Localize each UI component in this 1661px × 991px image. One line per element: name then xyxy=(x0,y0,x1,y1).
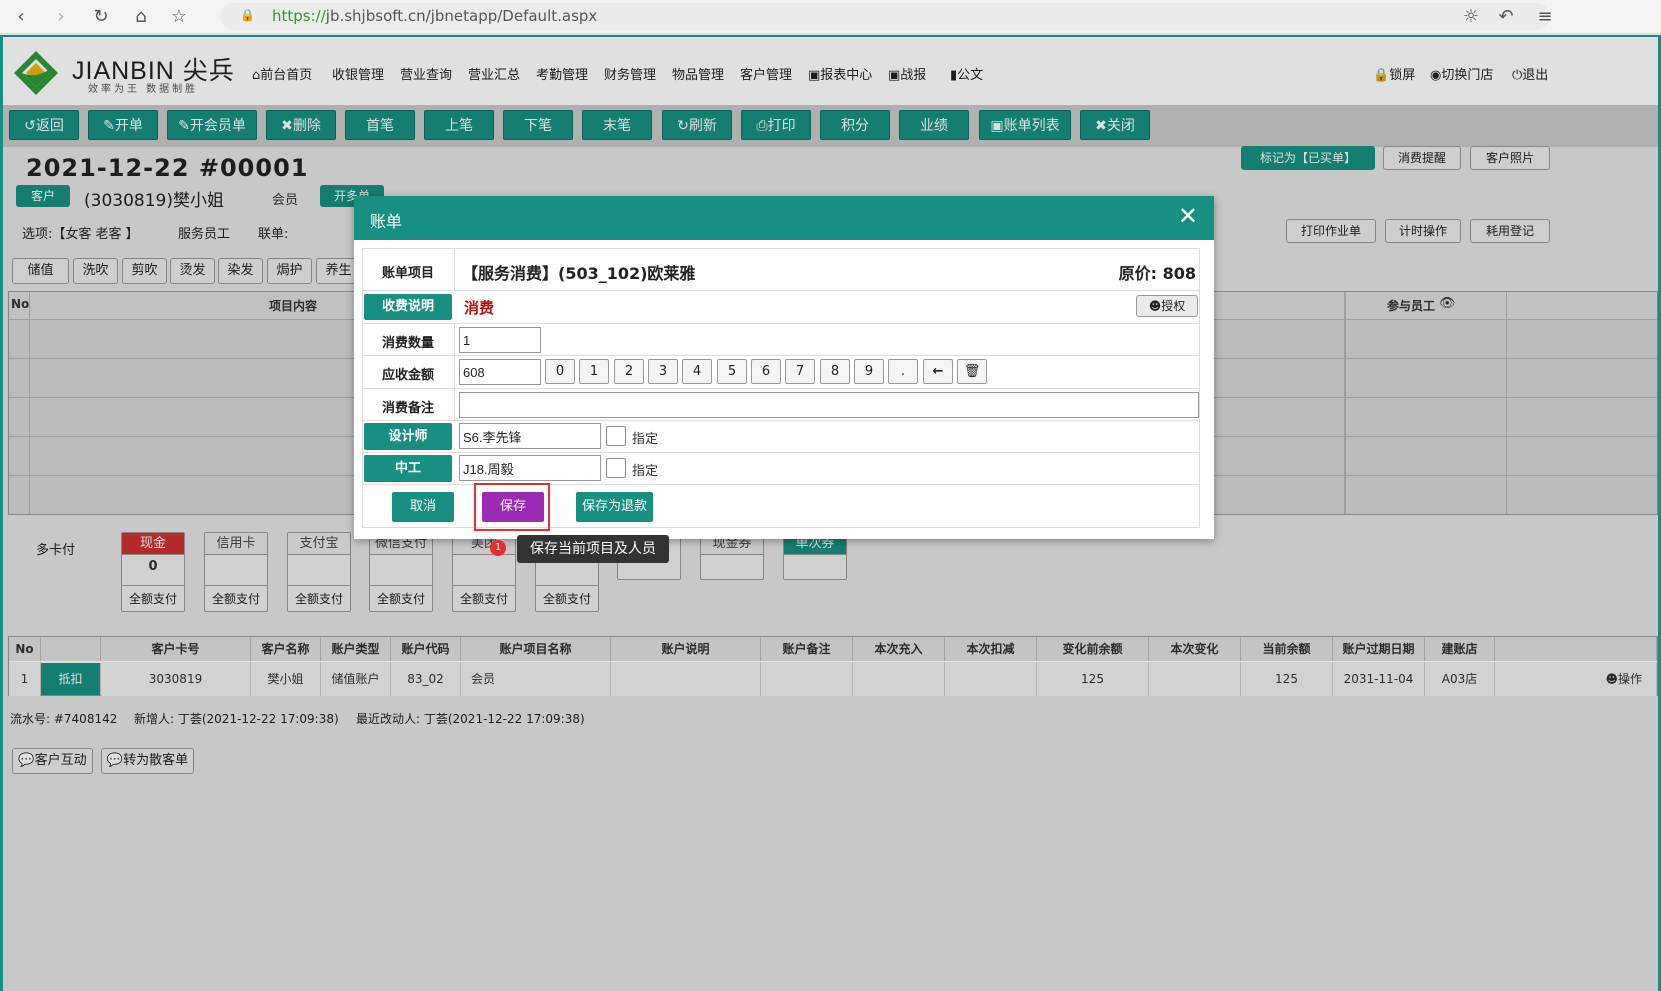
numkey-8[interactable]: 8 xyxy=(820,359,850,384)
numkey-6[interactable]: 6 xyxy=(751,359,781,384)
reload-icon[interactable]: ↻ xyxy=(90,6,112,28)
row-charge: 收费说明 消费 ☻授权 xyxy=(362,291,1200,324)
bill-item-value: 【服务消费】(503_102)欧莱雅 xyxy=(462,264,696,283)
row-amount: 应收金额 0 1 2 3 4 5 6 7 8 9 . ← 🗑 xyxy=(362,356,1200,389)
row-bill-item: 账单项目 【服务消费】(503_102)欧莱雅 原价: 808 xyxy=(362,248,1200,291)
modal-header xyxy=(354,196,1214,240)
star-icon[interactable]: ☆ xyxy=(168,6,190,28)
original-price: 原价: 808 xyxy=(1118,264,1196,283)
numkey-3[interactable]: 3 xyxy=(648,359,678,384)
numkey-0[interactable]: 0 xyxy=(545,359,575,384)
url-text[interactable]: https://jb.shjbsoft.cn/jbnetapp/Default.… xyxy=(272,7,597,25)
charge-value: 消费 xyxy=(464,299,495,317)
back-arrow-icon[interactable]: ‹ xyxy=(10,6,32,28)
assistant-assign-checkbox[interactable] xyxy=(606,458,626,478)
save-tooltip: 保存当前项目及人员 xyxy=(517,535,669,563)
close-icon[interactable]: ✕ xyxy=(1178,202,1198,230)
row-assistant: 中工 指定 xyxy=(362,453,1200,485)
numkey-5[interactable]: 5 xyxy=(717,359,747,384)
amount-input[interactable] xyxy=(459,359,541,385)
undo-icon[interactable]: ↶ xyxy=(1495,6,1517,28)
numkey-4[interactable]: 4 xyxy=(682,359,712,384)
remark-input[interactable] xyxy=(459,392,1199,418)
menu-icon[interactable]: ≡ xyxy=(1534,6,1556,28)
numkey-9[interactable]: 9 xyxy=(854,359,884,384)
quantity-input[interactable] xyxy=(459,327,541,353)
lock-icon: 🔒 xyxy=(240,8,255,22)
cancel-button[interactable]: 取消 xyxy=(392,492,454,522)
save-as-refund-button[interactable]: 保存为退款 xyxy=(576,492,653,522)
backspace-icon[interactable]: ← xyxy=(923,359,953,384)
numkey-dot[interactable]: . xyxy=(888,359,918,384)
numkey-2[interactable]: 2 xyxy=(614,359,644,384)
row-quantity: 消费数量 xyxy=(362,324,1200,356)
brightness-icon[interactable]: ☼ xyxy=(1460,6,1482,28)
home-icon[interactable]: ⌂ xyxy=(130,6,152,28)
row-designer: 设计师 指定 xyxy=(362,421,1200,453)
assistant-button[interactable]: 中工 xyxy=(364,455,452,482)
designer-input[interactable] xyxy=(459,423,601,449)
row-remark: 消费备注 xyxy=(362,389,1200,421)
numkey-1[interactable]: 1 xyxy=(579,359,609,384)
assistant-input[interactable] xyxy=(459,455,601,481)
bill-item-modal: 账单 ✕ 账单项目 【服务消费】(503_102)欧莱雅 原价: 808 收费说… xyxy=(354,196,1214,539)
modal-title: 账单 xyxy=(370,212,403,231)
trash-icon[interactable]: 🗑 xyxy=(957,359,987,384)
designer-assign-checkbox[interactable] xyxy=(606,426,626,446)
designer-assign-label: 指定 xyxy=(632,432,659,447)
step-badge: 1 xyxy=(490,540,506,556)
charge-description-button[interactable]: 收费说明 xyxy=(364,294,452,320)
forward-arrow-icon[interactable]: › xyxy=(50,6,72,28)
numkey-7[interactable]: 7 xyxy=(785,359,815,384)
save-button[interactable]: 保存 xyxy=(482,492,544,522)
designer-button[interactable]: 设计师 xyxy=(364,423,452,450)
authorize-button[interactable]: ☻授权 xyxy=(1136,295,1198,317)
assistant-assign-label: 指定 xyxy=(632,464,659,479)
